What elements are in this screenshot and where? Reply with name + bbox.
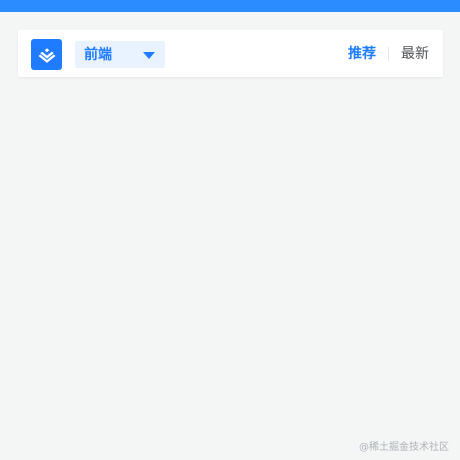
tab-recommend[interactable]: 推荐 bbox=[342, 47, 388, 61]
header-card: 前端 推荐 最新 bbox=[18, 30, 443, 77]
top-accent-bar bbox=[0, 0, 460, 12]
tab-latest[interactable]: 最新 bbox=[389, 47, 435, 61]
category-dropdown[interactable]: 前端 bbox=[75, 41, 165, 68]
juejin-logo-icon bbox=[38, 47, 55, 63]
caret-down-icon bbox=[143, 51, 155, 59]
logo-button[interactable] bbox=[31, 39, 62, 70]
feed-tabs: 推荐 最新 bbox=[342, 30, 435, 77]
watermark-text: @稀土掘金技术社区 bbox=[359, 442, 449, 453]
category-dropdown-label: 前端 bbox=[84, 46, 112, 63]
